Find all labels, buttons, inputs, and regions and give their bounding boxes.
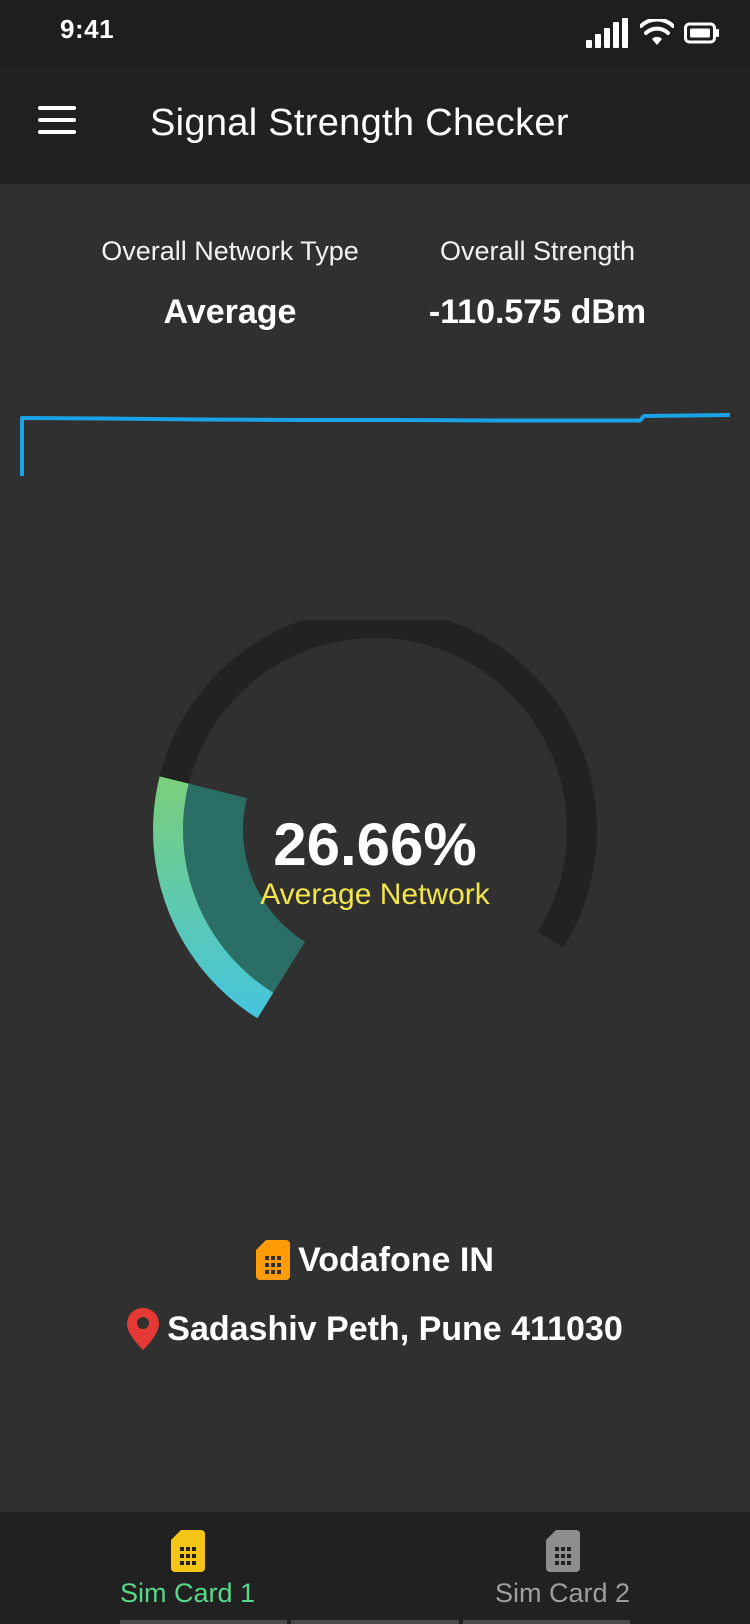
sim-card-icon	[545, 1530, 580, 1572]
network-type-value: Average	[163, 293, 297, 331]
strength-section: Overall Strength -110.575 dBm	[400, 236, 675, 332]
wifi-icon	[640, 19, 674, 45]
gauge-percent: 26.66%	[273, 811, 477, 878]
signal-history-line	[20, 413, 731, 476]
carrier-row: Vodafone IN	[0, 1240, 750, 1280]
app-title: Signal Strength Checker	[150, 102, 569, 144]
tab-sim-card-1-label: Sim Card 1	[119, 1578, 256, 1608]
home-indicator	[120, 1620, 630, 1624]
screen: 9:41 Signal Strength Checker Overall Net…	[0, 0, 750, 1624]
signal-icon	[586, 18, 628, 48]
network-type-label: Overall Network Type	[101, 236, 359, 266]
signal-history-graph	[20, 413, 731, 476]
tab-sim-card-2[interactable]: Sim Card 2	[375, 1530, 750, 1609]
status-bar: 9:41	[0, 0, 750, 66]
strength-value: -110.575 dBm	[428, 293, 647, 331]
gauge-status-label: Average Network	[260, 878, 490, 911]
location-pin-icon	[127, 1308, 160, 1350]
app-bar: Signal Strength Checker	[0, 66, 750, 184]
status-icons	[586, 16, 720, 50]
carrier-name: Vodafone IN	[298, 1240, 494, 1279]
sim-card-icon	[170, 1530, 205, 1572]
location-row: Sadashiv Peth, Pune 411030	[0, 1308, 750, 1350]
tab-sim-card-2-label: Sim Card 2	[494, 1578, 631, 1608]
battery-icon	[684, 22, 719, 44]
location-text: Sadashiv Peth, Pune 411030	[167, 1309, 623, 1348]
sim-card-icon	[256, 1240, 291, 1280]
signal-gauge: 26.66% Average Network	[120, 607, 630, 1020]
status-time: 9:41	[60, 14, 115, 44]
bottom-nav: Sim Card 1 Sim Card 2	[0, 1512, 750, 1624]
menu-icon[interactable]	[38, 106, 78, 142]
network-type-section: Overall Network Type Average	[80, 236, 380, 332]
strength-label: Overall Strength	[439, 236, 636, 266]
tab-sim-card-1[interactable]: Sim Card 1	[0, 1530, 375, 1609]
